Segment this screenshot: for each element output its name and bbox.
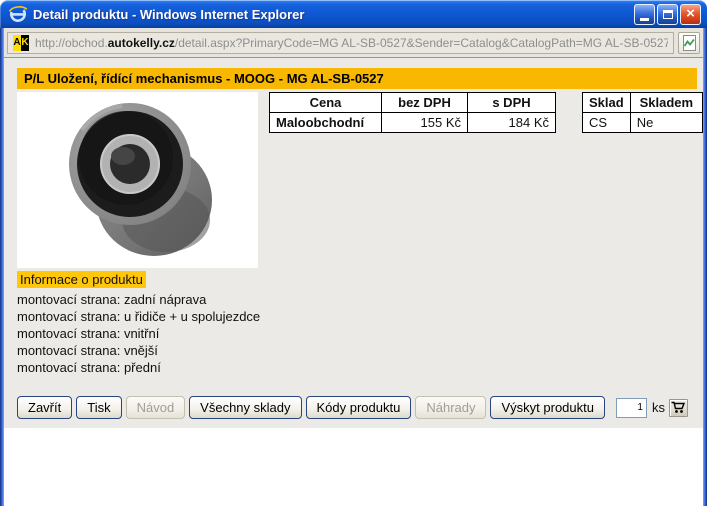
- manual-button: Návod: [125, 396, 186, 419]
- info-section-title: Informace o produktu: [17, 271, 146, 288]
- internet-explorer-icon: [8, 6, 28, 22]
- price-without-vat: 155 Kč: [381, 112, 468, 133]
- product-codes-button[interactable]: Kódy produktu: [305, 396, 412, 419]
- autokelly-favicon-icon: A K: [13, 34, 29, 51]
- page-whitespace: [4, 428, 703, 506]
- url-domain: autokelly.cz: [107, 35, 175, 50]
- shopping-cart-icon: [671, 401, 686, 413]
- price-header-row: Cena bez DPH s DPH: [269, 92, 556, 113]
- info-line: montovací strana: vnitřní: [17, 326, 160, 341]
- title-bar[interactable]: Detail produktu - Windows Internet Explo…: [0, 0, 707, 28]
- print-button[interactable]: Tisk: [76, 396, 122, 419]
- price-col-bez-dph: bez DPH: [381, 92, 468, 113]
- stock-col-skladem: Skladem: [629, 92, 704, 113]
- bushing-photo: [69, 103, 212, 256]
- stock-table: Sklad Skladem CS Ne: [582, 92, 704, 133]
- add-to-cart-button[interactable]: [668, 398, 688, 417]
- minimize-button[interactable]: [634, 3, 655, 25]
- info-line: montovací strana: vnější: [17, 343, 158, 358]
- action-button-row: Zavřít Tisk Návod Všechny sklady Kódy pr…: [17, 396, 688, 419]
- page-go-icon: [682, 34, 696, 51]
- price-data-row: Maloobchodní 155 Kč 184 Kč: [269, 112, 556, 133]
- page-content: P/L Uložení, řídící mechanismus - MOOG -…: [4, 58, 704, 428]
- address-bar: A K http://obchod.autokelly.cz/detail.as…: [4, 28, 703, 58]
- ie-popup-window: Detail produktu - Windows Internet Explo…: [0, 0, 707, 506]
- stock-data-row: CS Ne: [582, 112, 704, 133]
- stock-location: CS: [582, 112, 631, 133]
- price-type: Maloobchodní: [269, 112, 382, 133]
- go-button[interactable]: [678, 31, 700, 54]
- all-warehouses-button[interactable]: Všechny sklady: [189, 396, 302, 419]
- window-border-right: [703, 28, 707, 506]
- product-occurrence-button[interactable]: Výskyt produktu: [490, 396, 605, 419]
- product-info-list: montovací strana: zadní náprava montovac…: [17, 291, 260, 376]
- price-col-cena: Cena: [269, 92, 382, 113]
- info-line: montovací strana: zadní náprava: [17, 292, 207, 307]
- stock-header-row: Sklad Skladem: [582, 92, 704, 113]
- info-line: montovací strana: u řidiče + u spolujezd…: [17, 309, 261, 324]
- replacements-button: Náhrady: [415, 396, 487, 419]
- close-button[interactable]: ×: [680, 3, 701, 25]
- close-icon: ×: [686, 5, 695, 22]
- quantity-unit-label: ks: [651, 400, 665, 415]
- window-title: Detail produktu - Windows Internet Explo…: [33, 6, 305, 22]
- stock-availability: Ne: [629, 112, 704, 133]
- maximize-button[interactable]: [657, 3, 678, 25]
- product-image: [17, 92, 258, 268]
- close-product-button[interactable]: Zavřít: [17, 396, 73, 419]
- url-text: http://obchod.autokelly.cz/detail.aspx?P…: [35, 35, 668, 50]
- price-col-s-dph: s DPH: [467, 92, 556, 113]
- minimize-icon: [640, 17, 649, 21]
- url-field[interactable]: A K http://obchod.autokelly.cz/detail.as…: [7, 31, 674, 54]
- info-line: montovací strana: přední: [17, 360, 161, 375]
- quantity-input[interactable]: [615, 397, 647, 418]
- product-title-bar: P/L Uložení, řídící mechanismus - MOOG -…: [17, 68, 697, 89]
- price-with-vat: 184 Kč: [467, 112, 556, 133]
- maximize-icon: [662, 9, 673, 19]
- stock-col-sklad: Sklad: [582, 92, 631, 113]
- price-table: Cena bez DPH s DPH Maloobchodní 155 Kč 1…: [269, 92, 556, 133]
